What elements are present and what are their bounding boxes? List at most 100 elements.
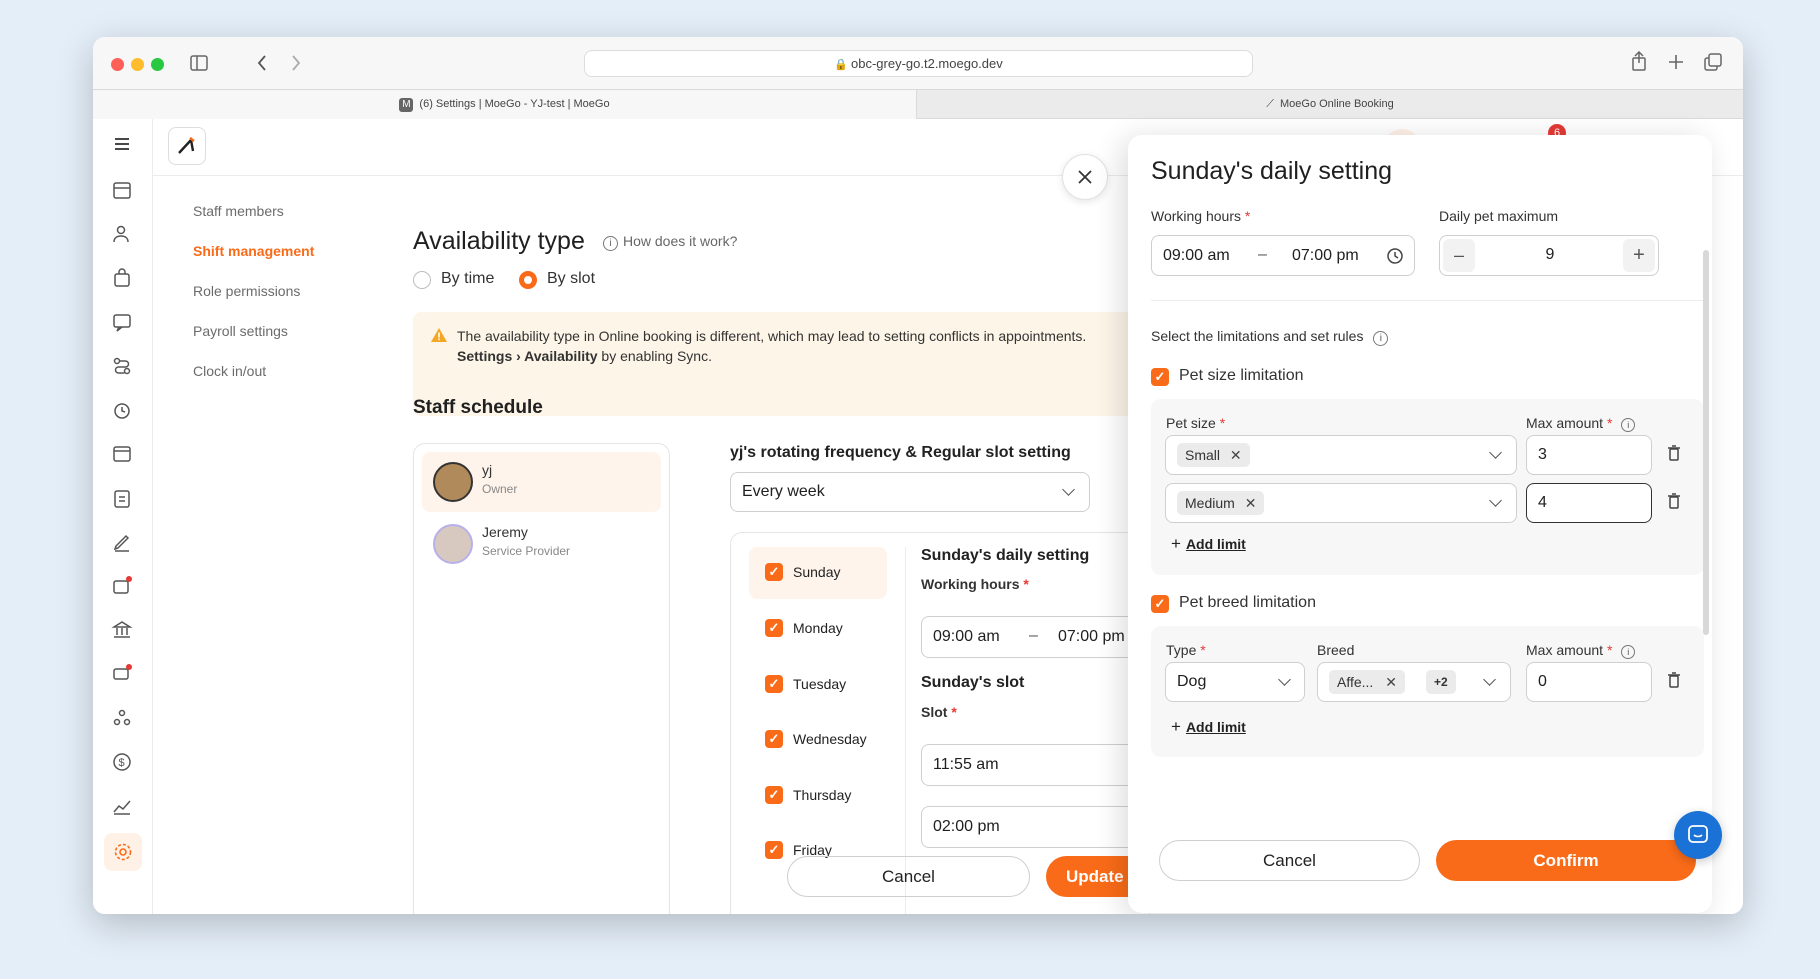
radio-by-time[interactable] — [413, 271, 431, 289]
cancel-button[interactable]: Cancel — [787, 856, 1030, 897]
max-amount-input[interactable]: 3 — [1526, 435, 1652, 475]
slot-title: Sunday's slot — [921, 674, 1025, 691]
chat-widget-button[interactable] — [1674, 811, 1722, 859]
cancel-button[interactable]: Cancel — [1159, 840, 1420, 881]
working-hours-label-text: Working hours — [1151, 208, 1242, 224]
time-separator: – — [1029, 627, 1038, 644]
pet-size-group: Pet size * Max amount * i Small ✕ 3 Medi… — [1151, 399, 1704, 575]
how-it-works-link[interactable]: i How does it work? — [603, 233, 737, 251]
clipboard-icon[interactable] — [111, 487, 133, 509]
daily-max-stepper[interactable]: – 9 + — [1439, 235, 1659, 276]
slot-time-value: 11:55 am — [933, 756, 999, 773]
tab-title: (6) Settings | MoeGo - YJ-test | MoeGo — [419, 98, 610, 110]
address-bar[interactable]: 🔒 obc-grey-go.t2.moego.dev — [584, 50, 1253, 77]
decrement-button[interactable]: – — [1443, 239, 1475, 272]
trash-icon[interactable] — [1667, 672, 1681, 688]
checkbox-sunday[interactable]: ✓ — [765, 563, 783, 581]
checkbox-tuesday[interactable]: ✓ — [765, 675, 783, 693]
radio-by-slot[interactable] — [519, 271, 537, 289]
frequency-select[interactable]: Every week — [730, 472, 1090, 512]
increment-button[interactable]: + — [1623, 239, 1655, 272]
pet-size-select[interactable]: Small ✕ — [1165, 435, 1517, 475]
zoom-window-button[interactable] — [151, 58, 164, 71]
tab-overview-icon[interactable] — [1704, 53, 1722, 71]
remove-tag-icon[interactable]: ✕ — [1385, 674, 1397, 690]
max-amount-input[interactable]: 0 — [1526, 662, 1652, 702]
info-icon[interactable]: i — [1621, 418, 1636, 432]
bank-icon[interactable] — [111, 619, 133, 641]
minimize-window-button[interactable] — [131, 58, 144, 71]
daily-max-value[interactable]: 9 — [1530, 246, 1570, 264]
settings-availability-link[interactable]: Settings › Availability — [457, 348, 598, 364]
nav-staff-members[interactable]: Staff members — [193, 203, 284, 219]
pen-icon[interactable] — [111, 531, 133, 553]
working-hours-input[interactable]: 09:00 am – 07:00 pm — [1151, 235, 1415, 276]
browser-tab-online-booking[interactable]: ⟋ MoeGo Online Booking — [917, 90, 1743, 119]
add-limit-button[interactable]: + Add limit — [1171, 534, 1246, 554]
sidebar-toggle-icon[interactable] — [190, 55, 208, 71]
breed-tag: Affe... ✕ — [1329, 670, 1405, 694]
confirm-button[interactable]: Confirm — [1436, 840, 1696, 881]
remove-tag-icon[interactable]: ✕ — [1245, 495, 1257, 511]
type-select[interactable]: Dog — [1165, 662, 1305, 702]
pet-size-limit-checkbox[interactable]: ✓ — [1151, 368, 1169, 386]
dollar-icon[interactable]: $ — [111, 751, 133, 773]
drawer-scrollbar[interactable] — [1703, 250, 1709, 635]
message-icon[interactable] — [111, 311, 133, 333]
info-icon[interactable]: i — [1621, 645, 1636, 659]
nav-shift-management[interactable]: Shift management — [193, 243, 314, 259]
checkbox-friday[interactable]: ✓ — [765, 841, 783, 859]
working-hours-input[interactable]: 09:00 am – 07:00 pm — [921, 616, 1149, 658]
booking-icon[interactable] — [111, 575, 133, 597]
plus-icon: + — [1171, 534, 1181, 553]
checkbox-wednesday[interactable]: ✓ — [765, 730, 783, 748]
settings-nav-item[interactable] — [104, 833, 142, 871]
chart-icon[interactable] — [111, 795, 133, 817]
end-time[interactable]: 07:00 pm — [1292, 247, 1359, 265]
trash-icon[interactable] — [1667, 445, 1681, 461]
pet-breed-limit-checkbox[interactable]: ✓ — [1151, 595, 1169, 613]
chevron-down-icon — [1278, 673, 1291, 686]
nav-clock-in-out[interactable]: Clock in/out — [193, 363, 266, 379]
forward-icon[interactable] — [290, 54, 302, 72]
back-icon[interactable] — [256, 54, 268, 72]
clients-icon[interactable] — [111, 223, 133, 245]
add-limit-button[interactable]: + Add limit — [1171, 717, 1246, 737]
new-tab-icon[interactable] — [1668, 54, 1684, 70]
browser-tab-settings[interactable]: M (6) Settings | MoeGo - YJ-test | MoeGo — [93, 90, 917, 119]
required-marker: * — [1606, 642, 1613, 658]
marketing-icon[interactable] — [111, 663, 133, 685]
staff-item-jeremy[interactable]: Jeremy Service Provider — [422, 514, 661, 574]
slot-time-input[interactable]: 02:00 pm — [921, 806, 1149, 848]
staff-name: Jeremy — [482, 524, 528, 540]
info-icon[interactable]: i — [1373, 331, 1389, 346]
slot-time-input[interactable]: 11:55 am — [921, 744, 1149, 786]
trash-icon[interactable] — [1667, 493, 1681, 509]
start-time[interactable]: 09:00 am — [933, 628, 1000, 646]
checkbox-monday[interactable]: ✓ — [765, 619, 783, 637]
icon-rail: $ — [93, 119, 153, 914]
bag-icon[interactable] — [111, 267, 133, 289]
share-icon[interactable] — [1631, 51, 1647, 71]
calendar-icon[interactable] — [111, 179, 133, 201]
moego-logo-icon[interactable] — [168, 127, 206, 165]
start-time[interactable]: 09:00 am — [1163, 247, 1230, 265]
close-window-button[interactable] — [111, 58, 124, 71]
payment-icon[interactable] — [111, 443, 133, 465]
max-amount-value: 4 — [1538, 494, 1547, 511]
menu-icon[interactable] — [111, 133, 133, 155]
breed-select[interactable]: Affe... ✕ +2 — [1317, 662, 1511, 702]
route-icon[interactable] — [111, 355, 133, 377]
pet-size-select[interactable]: Medium ✕ — [1165, 483, 1517, 523]
staff-item-yj[interactable]: yj Owner — [422, 452, 661, 512]
nav-payroll-settings[interactable]: Payroll settings — [193, 323, 288, 339]
nav-role-permissions[interactable]: Role permissions — [193, 283, 300, 299]
alarm-icon[interactable] — [111, 399, 133, 421]
end-time[interactable]: 07:00 pm — [1058, 628, 1125, 646]
close-drawer-button[interactable] — [1062, 154, 1108, 200]
chevron-down-icon — [1489, 494, 1502, 507]
remove-tag-icon[interactable]: ✕ — [1230, 447, 1242, 463]
team-icon[interactable] — [111, 707, 133, 729]
checkbox-thursday[interactable]: ✓ — [765, 786, 783, 804]
max-amount-input[interactable]: 4 — [1526, 483, 1652, 523]
